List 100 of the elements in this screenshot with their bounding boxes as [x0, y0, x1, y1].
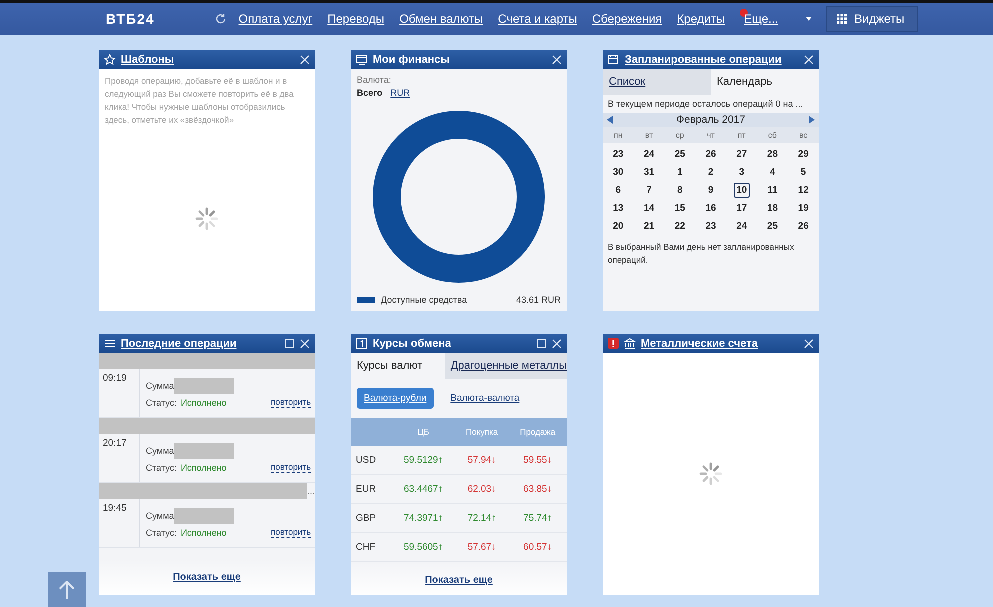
weekday-label: вт: [644, 130, 654, 140]
nav-link[interactable]: Сбережения: [592, 12, 662, 26]
calendar-day[interactable]: 26: [795, 219, 812, 234]
close-icon[interactable]: [300, 338, 310, 348]
up-arrow-icon: [59, 580, 75, 598]
nav-link[interactable]: Обмен валюты: [400, 12, 484, 26]
calendar-day[interactable]: 3: [736, 165, 748, 180]
calendar-day[interactable]: 19: [795, 201, 812, 216]
currency-code: USD: [351, 446, 392, 474]
rate-cell: 63.85↓: [508, 474, 567, 504]
close-icon[interactable]: [804, 54, 814, 64]
previous-icon[interactable]: [607, 116, 613, 124]
calendar-day[interactable]: 24: [640, 147, 658, 162]
nav-link[interactable]: Кредиты: [677, 12, 726, 26]
calendar-day[interactable]: 24: [734, 219, 750, 234]
calendar-day[interactable]: 9: [705, 183, 717, 198]
widget-title[interactable]: Шаблоны: [121, 54, 295, 66]
calendar-day[interactable]: 26: [702, 147, 720, 162]
mode-button[interactable]: Валюта-рубли: [357, 388, 434, 409]
status-value: Исполнено: [180, 528, 227, 538]
status-value: Исполнено: [180, 462, 227, 472]
close-icon[interactable]: [552, 338, 562, 348]
currency-label: Валюта:: [357, 75, 392, 85]
calendar-day[interactable]: 6: [612, 183, 624, 198]
currency-code: GBP: [351, 504, 392, 532]
legend-value: 43.61 RUR: [516, 295, 561, 305]
calendar-day[interactable]: 12: [795, 183, 812, 198]
operation-time: 09:19: [99, 369, 140, 417]
calendar-day[interactable]: 4: [767, 165, 778, 180]
rate-cell: 72.14↑: [456, 504, 509, 532]
maximize-icon[interactable]: [537, 339, 546, 348]
calendar-day[interactable]: 27: [734, 147, 750, 162]
currency-option[interactable]: RUR: [390, 88, 410, 98]
calendar-day[interactable]: 14: [640, 201, 658, 216]
ellipsis-text: ...: [307, 486, 315, 496]
mode-button[interactable]: Валюта-валюта: [444, 388, 527, 409]
close-icon[interactable]: [804, 338, 814, 348]
widgets-button[interactable]: Виджеты: [826, 6, 918, 32]
rate-cell: 57.94↓: [456, 446, 509, 474]
calendar-day[interactable]: 1: [674, 165, 686, 180]
rate-cell: 59.5129↑: [392, 446, 456, 474]
calendar-day[interactable]: 21: [640, 219, 658, 234]
star-icon: [104, 54, 116, 66]
repeat-link[interactable]: повторить: [271, 462, 311, 473]
column-header: Покупка: [456, 418, 509, 446]
refresh-icon[interactable]: [214, 13, 227, 25]
nav-link[interactable]: Счета и карты: [498, 12, 578, 26]
nav-link[interactable]: Оплата услуг: [238, 12, 313, 26]
calendar-day[interactable]: 30: [610, 165, 627, 180]
tab[interactable]: Список: [603, 69, 711, 95]
calendar-day[interactable]: 23: [610, 147, 627, 162]
monitor-icon: [356, 54, 368, 66]
logo[interactable]: ВТБ24: [106, 11, 155, 27]
rate-cell: 62.03↓: [456, 474, 509, 504]
calendar-day[interactable]: 5: [798, 165, 810, 180]
currency-code: EUR: [351, 474, 392, 504]
redacted-bar: [174, 508, 234, 524]
calendar-day[interactable]: 16: [702, 201, 720, 216]
weekday-label: вс: [798, 130, 809, 140]
next-icon[interactable]: [808, 116, 815, 124]
calendar-day[interactable]: 20: [610, 219, 627, 234]
calendar-day[interactable]: 10: [734, 183, 750, 198]
repeat-link[interactable]: повторить: [271, 397, 311, 408]
calendar-day[interactable]: 28: [764, 147, 781, 162]
nav-link[interactable]: Переводы: [328, 12, 385, 26]
show-more-link[interactable]: Показать еще: [425, 574, 493, 586]
amount-label: Сумма: [146, 511, 174, 521]
close-icon[interactable]: [552, 54, 562, 64]
calendar-day[interactable]: 11: [764, 183, 781, 198]
calendar-day[interactable]: 25: [764, 219, 781, 234]
widget-title[interactable]: Металлические счета: [641, 338, 799, 350]
nav-link[interactable]: Еще...: [744, 12, 779, 26]
widget-title[interactable]: Запланированные операции: [625, 54, 799, 66]
caret-icon[interactable]: [806, 17, 812, 21]
calendar-day[interactable]: 2: [705, 165, 717, 180]
calendar-day[interactable]: 17: [734, 201, 750, 216]
calendar-day[interactable]: 13: [610, 201, 627, 216]
calendar-day[interactable]: 23: [702, 219, 720, 234]
calendar-day[interactable]: 22: [672, 219, 688, 234]
calendar-day[interactable]: 7: [644, 183, 655, 198]
calendar-day[interactable]: 18: [764, 201, 781, 216]
calendar-day[interactable]: 8: [674, 183, 686, 198]
status-label: Статус:: [146, 528, 177, 538]
show-more-link[interactable]: Показать еще: [173, 572, 241, 582]
grid-icon: [836, 14, 847, 24]
weekday-label: пн: [613, 130, 624, 140]
note-text: В выбранный Вами день нет запланированных операций.: [607, 241, 796, 267]
calendar-day[interactable]: 29: [795, 147, 812, 162]
calendar-day[interactable]: 25: [672, 147, 688, 162]
maximize-icon[interactable]: [285, 339, 294, 348]
calendar-day[interactable]: 15: [672, 201, 688, 216]
scroll-up-button[interactable]: [48, 572, 86, 607]
widget-title[interactable]: Последние операции: [121, 338, 280, 350]
tab[interactable]: Драгоценные металлы: [444, 353, 567, 379]
currency-option[interactable]: Всего: [357, 88, 383, 98]
calendar-day[interactable]: 31: [640, 165, 658, 180]
repeat-link[interactable]: повторить: [271, 527, 311, 538]
weekday-label: чт: [706, 130, 716, 140]
operation-time: 20:17: [99, 434, 140, 482]
close-icon[interactable]: [300, 54, 310, 64]
